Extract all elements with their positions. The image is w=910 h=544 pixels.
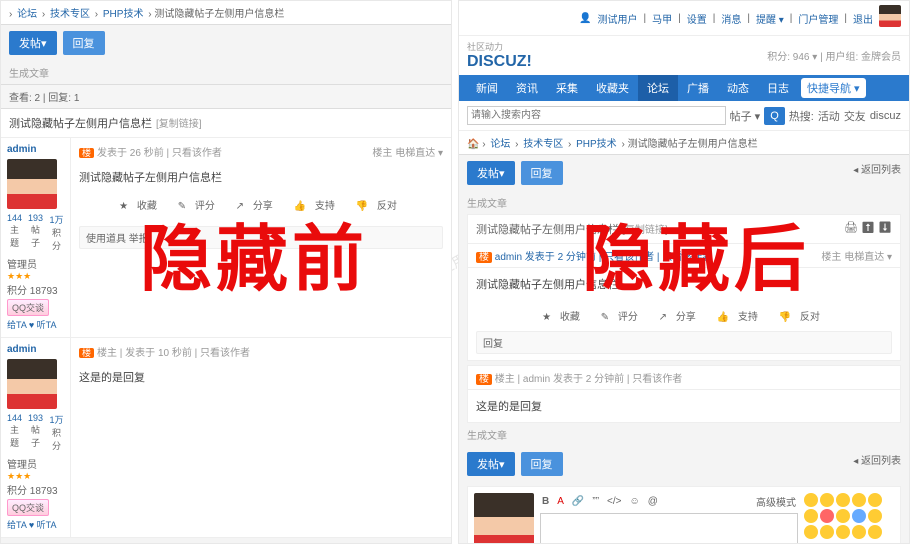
main-nav: 新闻 资讯 采集 收藏夹 论坛 广播 动态 日志 快捷导航 ▾ <box>459 75 909 101</box>
user-sidebar: admin 144主题 193帖子 1万积分 管理员 ★★★ 积分 18793 … <box>1 138 71 337</box>
post-button[interactable]: 发帖 ▾ <box>9 31 57 55</box>
nav-item[interactable]: 日志 <box>758 75 798 101</box>
quote-icon[interactable]: ”” <box>590 495 601 508</box>
fav-button[interactable]: ★ 收藏 <box>542 312 586 323</box>
rate-button[interactable]: ✎ 评分 <box>601 312 644 323</box>
avatar[interactable] <box>7 159 57 209</box>
pane-after: 👤 测试用户 | 马甲|设置|消息|提醒 ▾|门户管理|退出 社区动力DISCU… <box>458 0 910 544</box>
qq-chat-button[interactable]: QQ交谈 <box>7 299 49 316</box>
breadcrumb: 🏠 › 论坛 › 技术专区 › PHP技术 › 测试隐藏帖子左侧用户信息栏 <box>459 131 909 155</box>
post-2-nosidebar: 楼 楼主 | admin 发表于 2 分钟前 | 只看该作者 这是的是回复 <box>467 365 901 423</box>
oppose-button[interactable]: 👎 反对 <box>779 312 826 323</box>
avatar[interactable] <box>7 359 57 409</box>
points: 积分 18793 <box>7 282 64 297</box>
reply-button[interactable]: 回复 <box>521 452 563 476</box>
copy-link[interactable]: [复制链接] <box>622 225 668 236</box>
post-body: 测试隐藏帖子左侧用户信息栏 <box>79 165 443 189</box>
back-list-link[interactable]: 返回列表 <box>861 165 901 176</box>
logout-link[interactable]: 退出 <box>853 11 873 26</box>
at-icon[interactable]: @ <box>646 495 660 508</box>
post-body: 这是的是回复 <box>79 365 443 389</box>
reply-textarea[interactable] <box>540 513 798 544</box>
support-button[interactable]: 👍 支持 <box>717 312 764 323</box>
user-link[interactable]: 测试用户 <box>598 11 638 26</box>
search-button[interactable]: Q <box>764 107 785 125</box>
post-1-nosidebar: 测试隐藏帖子左侧用户信息栏 [复制链接]🖨 ⬆ ⬇ 楼 admin 发表于 2 … <box>467 214 901 361</box>
stats-bar: 查看: 2 | 回复: 1 <box>1 84 451 109</box>
nav-item[interactable]: 采集 <box>547 75 587 101</box>
discuz-logo[interactable]: DISCUZ! <box>467 53 532 71</box>
nav-item[interactable]: 资讯 <box>507 75 547 101</box>
advanced-link[interactable]: 高级模式 <box>754 493 798 510</box>
link-icon[interactable]: 🔗 <box>570 495 586 508</box>
share-button[interactable]: ↗ 分享 <box>236 201 279 212</box>
nav-item[interactable]: 论坛 <box>638 75 678 101</box>
report-bar[interactable]: 使用道具 举报 <box>79 226 443 249</box>
breadcrumb: › 论坛 › 技术专区 › PHP技术 › 测试隐藏帖子左侧用户信息栏 <box>1 1 451 25</box>
avatar-small[interactable] <box>879 5 901 27</box>
post-button[interactable]: 发帖 ▾ <box>467 452 515 476</box>
nav-item[interactable]: 动态 <box>718 75 758 101</box>
op-badge: 楼 <box>79 148 94 158</box>
username[interactable]: admin <box>7 344 64 355</box>
hot-tag[interactable]: 交友 <box>844 108 866 124</box>
post-2: admin 144主题 193帖子 1万积分 管理员 ★★★ 积分 18793 … <box>1 338 451 538</box>
search-bar: 帖子 ▾ Q 热搜: 活动 交友 discuz <box>459 101 909 131</box>
author-link[interactable]: admin 发表于 2 分钟前 | 只看该作者 | 只看该作者 <box>495 252 712 263</box>
reply-button[interactable]: 回复 <box>521 161 563 185</box>
support-button[interactable]: 👍 支持 <box>294 201 341 212</box>
nav-item[interactable]: 广播 <box>678 75 718 101</box>
post-body: 测试隐藏帖子左侧用户信息栏 <box>468 268 900 300</box>
bold-icon[interactable]: B <box>540 495 551 508</box>
nav-item[interactable]: 收藏夹 <box>587 75 638 101</box>
code-icon[interactable]: </> <box>605 495 623 508</box>
section-label: 生成文章 <box>467 427 901 442</box>
floor-nav[interactable]: 楼主 电梯直达 ▾ <box>372 144 443 159</box>
crumb-forum[interactable]: 论坛 <box>17 9 37 20</box>
emoji-icon[interactable]: ☺ <box>628 495 642 508</box>
avatar <box>474 493 534 544</box>
fav-button[interactable]: ★ 收藏 <box>119 201 163 212</box>
hot-tag[interactable]: discuz <box>870 110 901 122</box>
reply-button[interactable]: 回复 <box>63 31 105 55</box>
rate-button[interactable]: ✎ 评分 <box>178 201 221 212</box>
color-icon[interactable]: A <box>555 495 566 508</box>
follow-link[interactable]: 给TA ♥ 听TA <box>7 518 64 531</box>
quick-nav[interactable]: 快捷导航 ▾ <box>801 78 866 98</box>
oppose-button[interactable]: 👎 反对 <box>356 201 403 212</box>
crumb-cat[interactable]: 技术专区 <box>50 9 90 20</box>
reply-bar[interactable]: 回复 <box>476 331 892 354</box>
section-label: 生成文章 <box>467 195 901 210</box>
pane-before: › 论坛 › 技术专区 › PHP技术 › 测试隐藏帖子左侧用户信息栏 发帖 ▾… <box>0 0 452 544</box>
search-type[interactable]: 帖子 ▾ <box>730 108 761 124</box>
user-level: 管理员 <box>7 256 64 271</box>
logo-bar: 社区动力DISCUZ! 积分: 946 ▾ | 用户组: 金牌会员 <box>459 36 909 75</box>
qq-chat-button[interactable]: QQ交谈 <box>7 499 49 516</box>
floor-nav[interactable]: 楼主 电梯直达 ▾ <box>821 248 892 263</box>
section-label: 生成文章 <box>9 65 443 80</box>
search-input[interactable] <box>467 106 726 125</box>
back-list-link[interactable]: 返回列表 <box>861 456 901 467</box>
hot-tag[interactable]: 活动 <box>818 108 840 124</box>
copy-link[interactable]: [复制链接] <box>156 119 202 130</box>
post-tools[interactable]: 🖨 ⬆ ⬇ <box>844 221 892 237</box>
follow-link[interactable]: 给TA ♥ 听TA <box>7 318 64 331</box>
username[interactable]: admin <box>7 144 64 155</box>
top-user-bar: 👤 测试用户 | 马甲|设置|消息|提醒 ▾|门户管理|退出 <box>459 1 909 36</box>
post-button[interactable]: 发帖 ▾ <box>467 161 515 185</box>
nav-item[interactable]: 新闻 <box>467 75 507 101</box>
quick-reply: B A 🔗 ”” </> ☺ @ 高级模式 <box>467 486 901 544</box>
post-1: admin 144主题 193帖子 1万积分 管理员 ★★★ 积分 18793 … <box>1 138 451 338</box>
post-actions: ★ 收藏 ✎ 评分 ↗ 分享 👍 支持 👎 反对 <box>79 189 443 220</box>
crumb-thread: 测试隐藏帖子左侧用户信息栏 <box>154 9 284 20</box>
crumb-board[interactable]: PHP技术 <box>103 9 144 20</box>
post-body: 这是的是回复 <box>468 390 900 422</box>
stars-icon: ★★★ <box>7 271 64 282</box>
thread-subject: 测试隐藏帖子左侧用户信息栏[复制链接] <box>1 109 451 138</box>
share-button[interactable]: ↗ 分享 <box>659 312 702 323</box>
